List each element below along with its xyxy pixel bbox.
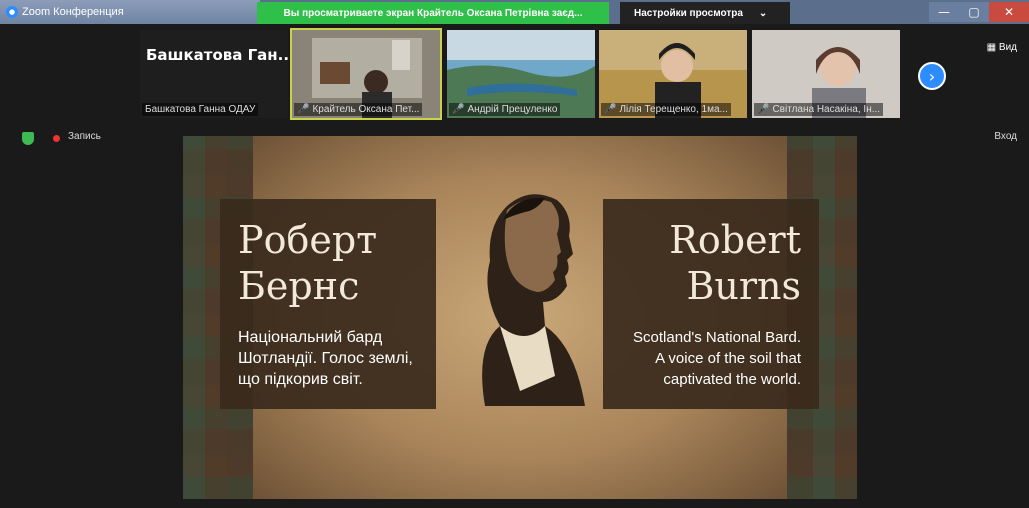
screen-share-banner: Вы просматриваете экран Крайтель Оксана …: [257, 2, 609, 24]
description-english: Scotland's National Bard. A voice of the…: [633, 329, 801, 388]
english-panel: Robert Burns Scotland's National Bard. A…: [603, 199, 819, 409]
participant-tile[interactable]: 🎤 Андрій Прецуленко: [447, 30, 595, 118]
participant-label: 🎤 Світлана Насакіна, Ін...: [754, 103, 884, 116]
mic-muted-icon: 🎤: [452, 104, 465, 115]
self-video-tile[interactable]: Башкатова Ган... Башкатова Ганна ОДАУ: [140, 30, 295, 118]
name-english: Robert Burns: [669, 218, 801, 308]
record-dot-icon: [53, 135, 60, 142]
next-page-button[interactable]: ›: [918, 62, 946, 90]
participant-label: 🎤 Крайтель Оксана Пет...: [294, 103, 423, 116]
view-settings-label: Настройки просмотра: [634, 7, 743, 19]
self-name-big: Башкатова Ган...: [146, 46, 295, 64]
mic-muted-icon: 🎤: [297, 104, 310, 115]
self-name-label: Башкатова Ганна ОДАУ: [142, 103, 259, 116]
mic-muted-icon: 🎤: [757, 104, 770, 115]
mic-muted-icon: 🎤: [604, 104, 617, 115]
name-ukrainian: Роберт Бернс: [238, 218, 378, 308]
view-settings-button[interactable]: Настройки просмотра ⌄: [620, 2, 790, 24]
participant-tile[interactable]: 🎤 Світлана Насакіна, Ін...: [752, 30, 900, 118]
record-label[interactable]: Запись: [68, 131, 101, 142]
zoom-window: ● Zoom Конференция Вы просматриваете экр…: [0, 0, 1029, 508]
chevron-down-icon: ⌄: [758, 7, 768, 19]
description-ukrainian: Національний бард Шотландії. Голос землі…: [238, 329, 413, 388]
app-title: Zoom Конференция: [22, 6, 124, 18]
participant-label: 🎤 Лілія Терещенко, 1ма...: [601, 103, 731, 116]
shield-icon[interactable]: [22, 132, 34, 145]
view-button[interactable]: ▦ Вид: [987, 42, 1017, 53]
enter-label[interactable]: Вход: [994, 131, 1017, 142]
grid-icon: ▦: [986, 42, 999, 53]
title-bar: ● Zoom Конференция Вы просматриваете экр…: [0, 0, 1029, 24]
close-button[interactable]: ✕: [989, 2, 1029, 22]
participant-strip: Башкатова Ган... Башкатова Ганна ОДАУ 🎤 К…: [0, 24, 1029, 122]
maximize-button[interactable]: ▢: [959, 2, 989, 22]
window-controls: — ▢ ✕: [929, 0, 1029, 24]
participant-tile[interactable]: 🎤 Лілія Терещенко, 1ма...: [599, 30, 747, 118]
minimize-button[interactable]: —: [929, 2, 959, 22]
participant-label: 🎤 Андрій Прецуленко: [449, 103, 561, 116]
app-title-area: ● Zoom Конференция: [0, 0, 260, 24]
robert-burns-portrait: [482, 194, 585, 406]
ukrainian-panel: Роберт Бернс Національний бард Шотландії…: [220, 199, 436, 409]
shared-screen: Роберт Бернс Національний бард Шотландії…: [183, 136, 857, 499]
zoom-logo-icon: ●: [6, 6, 18, 18]
participant-tile[interactable]: 🎤 Крайтель Оксана Пет...: [290, 28, 442, 120]
